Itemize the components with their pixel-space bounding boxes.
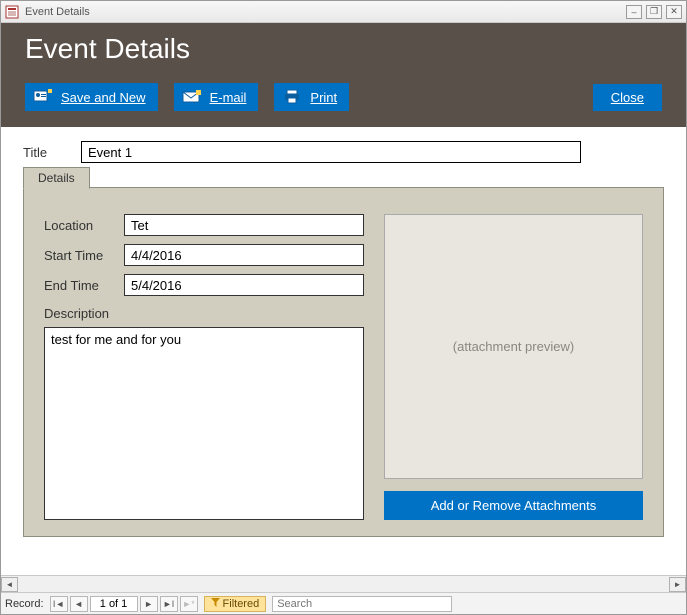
page-title: Event Details [25, 33, 662, 65]
scroll-right-icon[interactable]: ► [669, 577, 686, 592]
details-tab-panel: Details Location Start Time End Time Des… [23, 187, 664, 537]
window-close-button[interactable]: ✕ [666, 5, 682, 19]
record-navigator: Record: I◄ ◄ ► ►I ►* Filtered [1, 592, 686, 614]
tab-details[interactable]: Details [23, 167, 90, 189]
print-button[interactable]: Print [274, 83, 349, 111]
end-time-label: End Time [44, 278, 124, 293]
description-label: Description [44, 306, 364, 321]
form-header: Event Details Save and New [1, 23, 686, 127]
tab-strip: Details [23, 166, 90, 188]
attachment-preview-placeholder: (attachment preview) [453, 339, 574, 354]
app-icon [5, 5, 19, 19]
location-label: Location [44, 218, 124, 233]
nav-first-button[interactable]: I◄ [50, 596, 68, 612]
funnel-icon [211, 598, 220, 610]
nav-last-button[interactable]: ►I [160, 596, 178, 612]
window-restore-button[interactable]: ❐ [646, 5, 662, 19]
email-button[interactable]: E-mail [174, 83, 259, 111]
close-button[interactable]: Close [593, 84, 662, 111]
attachment-preview: (attachment preview) [384, 214, 643, 479]
toolbar: Save and New E-mail Print [25, 83, 662, 111]
filter-label: Filtered [223, 598, 260, 610]
save-and-new-label: Save and New [61, 90, 146, 105]
envelope-icon [182, 89, 202, 105]
printer-icon [282, 89, 302, 105]
horizontal-scrollbar[interactable]: ◄ ► [1, 575, 686, 592]
window-minimize-button[interactable]: – [626, 5, 642, 19]
save-and-new-button[interactable]: Save and New [25, 83, 158, 111]
nav-new-button[interactable]: ►* [180, 596, 198, 612]
email-label: E-mail [210, 90, 247, 105]
title-label: Title [23, 145, 63, 160]
filter-indicator[interactable]: Filtered [204, 596, 267, 612]
location-input[interactable] [124, 214, 364, 236]
title-row: Title [23, 141, 664, 163]
description-textarea[interactable] [44, 327, 364, 520]
end-time-input[interactable] [124, 274, 364, 296]
nav-next-button[interactable]: ► [140, 596, 158, 612]
form-body: Title Details Location Start Time End Ti… [1, 127, 686, 575]
add-remove-attachments-button[interactable]: Add or Remove Attachments [384, 491, 643, 520]
window-titlebar: Event Details – ❐ ✕ [1, 1, 686, 23]
scroll-left-icon[interactable]: ◄ [1, 577, 18, 592]
record-search-input[interactable] [272, 596, 452, 612]
save-contact-icon [33, 89, 53, 105]
start-time-label: Start Time [44, 248, 124, 263]
print-label: Print [310, 90, 337, 105]
nav-prev-button[interactable]: ◄ [70, 596, 88, 612]
title-input[interactable] [81, 141, 581, 163]
start-time-input[interactable] [124, 244, 364, 266]
record-position-input[interactable] [90, 596, 138, 612]
record-label: Record: [5, 598, 44, 610]
window-title: Event Details [25, 6, 90, 18]
